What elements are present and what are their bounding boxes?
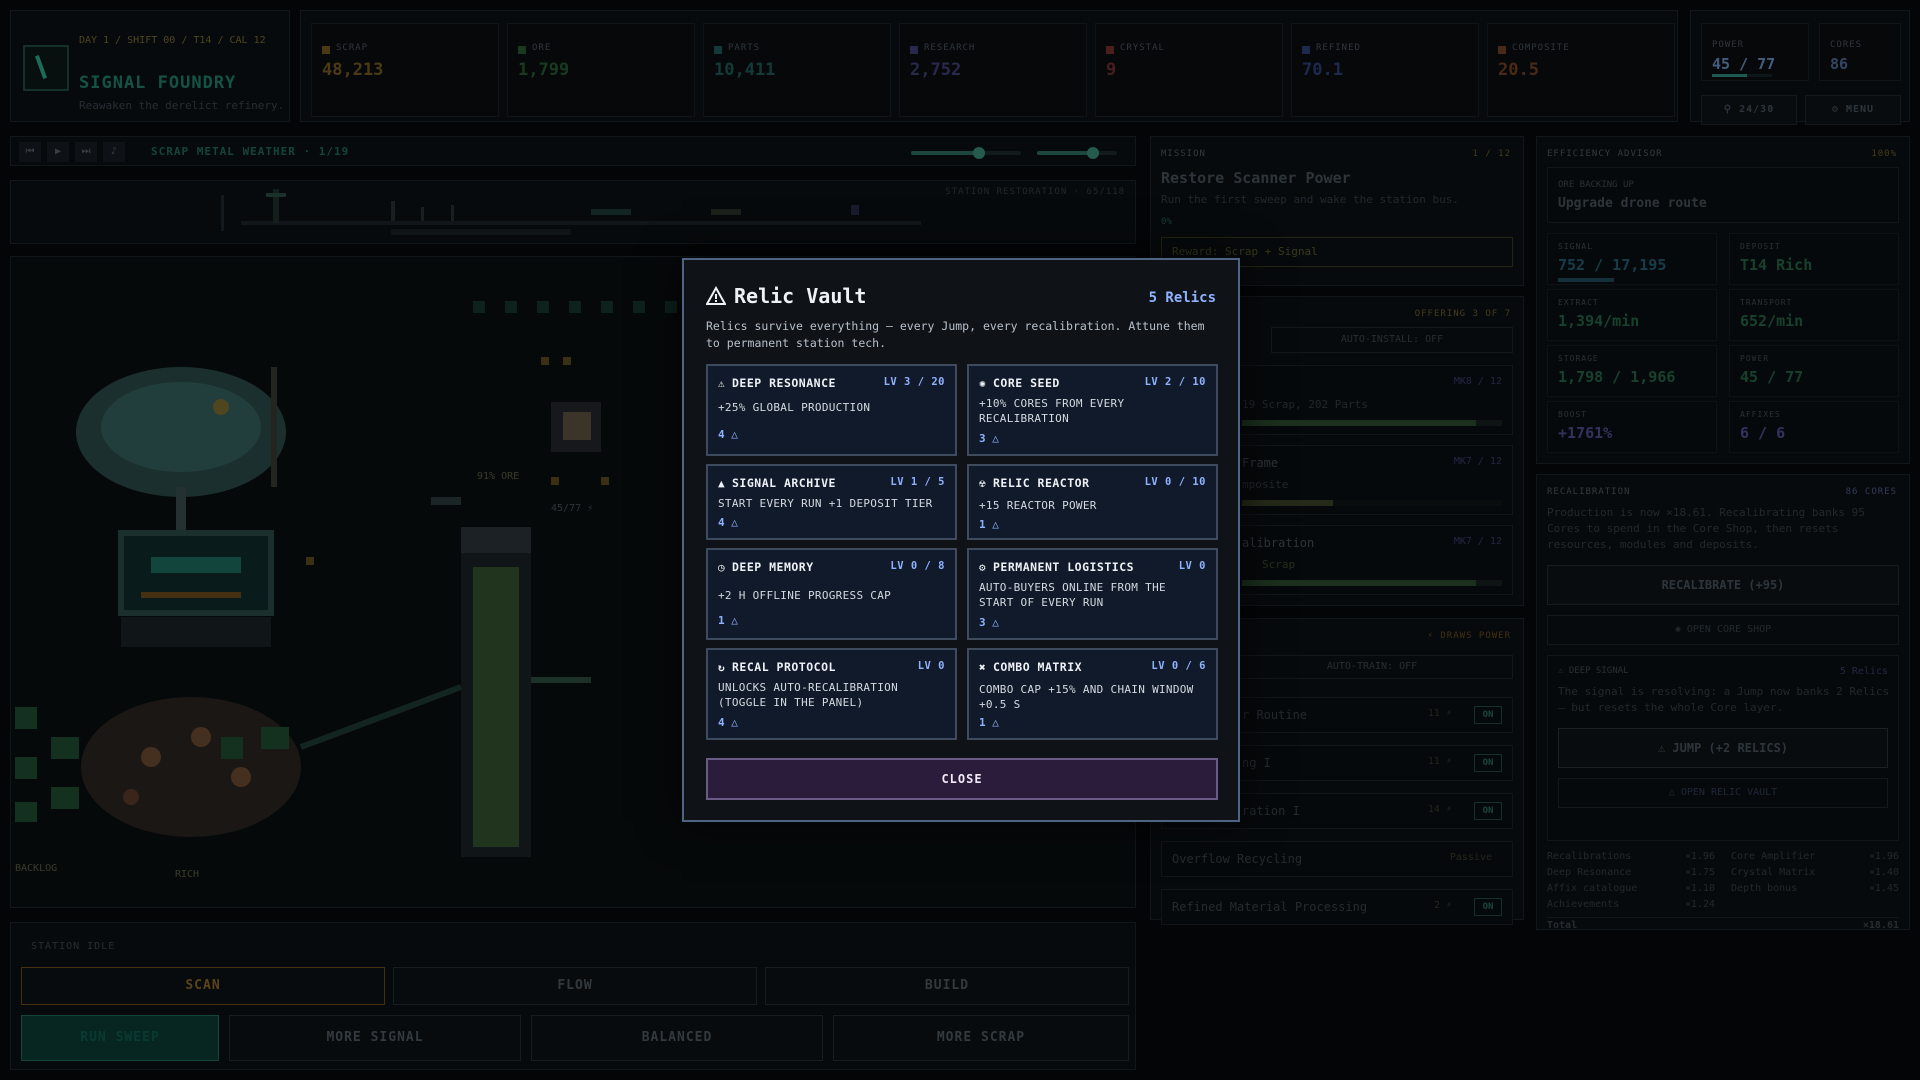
relic-name: ◷ DEEP MEMORY — [718, 560, 814, 574]
relic-relic-reactor[interactable]: ☢ RELIC REACTOR LV 0 / 10 +15 REACTOR POW… — [967, 464, 1218, 540]
relic-name-text: PERMANENT LOGISTICS — [993, 560, 1135, 574]
gear-icon: ⚙ — [979, 561, 987, 574]
close-button[interactable]: CLOSE — [706, 758, 1218, 800]
relic-level: LV 3 / 20 — [883, 376, 945, 388]
relic-name-text: RELIC REACTOR — [993, 476, 1090, 490]
relic-recal-protocol[interactable]: ↻ RECAL PROTOCOL LV 0 UNLOCKS AUTO-RECALI… — [706, 648, 957, 740]
relic-name-text: COMBO MATRIX — [993, 660, 1083, 674]
relic-cost: 4 △ — [718, 516, 738, 529]
modal-description: Relics survive everything — every Jump, … — [706, 319, 1205, 350]
relic-effect: +10% CORES FROM EVERY RECALIBRATION — [979, 397, 1125, 425]
relic-cost: 3 △ — [979, 616, 999, 629]
relic-cost: 1 △ — [979, 716, 999, 729]
refresh-icon: ↻ — [718, 661, 726, 674]
relic-name-text: CORE SEED — [993, 376, 1060, 390]
relic-vault-modal: Relic Vault 5 Relics Relics survive ever… — [682, 258, 1240, 822]
relic-level: LV 2 / 10 — [1144, 376, 1206, 388]
relic-cost: 1 △ — [979, 518, 999, 531]
relic-level: LV 0 / 6 — [1151, 660, 1206, 672]
relic-level: LV 1 / 5 — [890, 476, 945, 488]
cross-icon: ✖ — [979, 661, 987, 674]
relic-effect: UNLOCKS AUTO-RECALIBRATION (TOGGLE IN TH… — [718, 681, 898, 709]
relic-effect: COMBO CAP +15% AND CHAIN WINDOW +0.5 S — [979, 683, 1194, 711]
relic-name-text: DEEP MEMORY — [732, 560, 814, 574]
relic-cost: 4 △ — [718, 428, 738, 441]
relic-core-seed[interactable]: ✺ CORE SEED LV 2 / 10 +10% CORES FROM EVE… — [967, 364, 1218, 456]
relic-deep-memory[interactable]: ◷ DEEP MEMORY LV 0 / 8 +2 H OFFLINE PROGR… — [706, 548, 957, 640]
relic-name: ☢ RELIC REACTOR — [979, 476, 1090, 490]
relic-effect: START EVERY RUN +1 DEPOSIT TIER — [718, 497, 933, 510]
relic-combo-matrix[interactable]: ✖ COMBO MATRIX LV 0 / 6 COMBO CAP +15% AN… — [967, 648, 1218, 740]
triangle-icon: ▲ — [718, 477, 726, 490]
relic-name: ⚠ DEEP RESONANCE — [718, 376, 836, 390]
clock-icon: ◷ — [718, 561, 726, 574]
relic-signal-archive[interactable]: ▲ SIGNAL ARCHIVE LV 1 / 5 START EVERY RUN… — [706, 464, 957, 540]
relic-count: 5 Relics — [1148, 290, 1216, 306]
reactor-icon: ☢ — [979, 477, 987, 490]
warning-icon: ⚠ — [718, 377, 726, 390]
relic-name-text: SIGNAL ARCHIVE — [732, 476, 836, 490]
relic-level: LV 0 — [917, 660, 945, 672]
relic-name-text: DEEP RESONANCE — [732, 376, 836, 390]
relic-level: LV 0 / 10 — [1144, 476, 1206, 488]
relic-level: LV 0 / 8 — [890, 560, 945, 572]
relic-name: ✺ CORE SEED — [979, 376, 1060, 390]
relic-name: ⚙ PERMANENT LOGISTICS — [979, 560, 1134, 574]
relic-level: LV 0 — [1178, 560, 1206, 572]
modal-title: Relic Vault — [734, 284, 867, 308]
relic-name: ▲ SIGNAL ARCHIVE — [718, 476, 836, 490]
relic-effect: +15 REACTOR POWER — [979, 499, 1097, 512]
relic-effect: AUTO-BUYERS ONLINE FROM THE START OF EVE… — [979, 581, 1166, 609]
warning-icon — [706, 286, 726, 305]
relic-name-text: RECAL PROTOCOL — [732, 660, 836, 674]
relic-name: ↻ RECAL PROTOCOL — [718, 660, 836, 674]
relic-cost: 4 △ — [718, 716, 738, 729]
relic-effect: +2 H OFFLINE PROGRESS CAP — [718, 589, 892, 602]
relic-cost: 3 △ — [979, 432, 999, 445]
relic-deep-resonance[interactable]: ⚠ DEEP RESONANCE LV 3 / 20 +25% GLOBAL PR… — [706, 364, 957, 456]
relic-name: ✖ COMBO MATRIX — [979, 660, 1082, 674]
relic-effect: +25% GLOBAL PRODUCTION — [718, 401, 871, 414]
relic-permanent-logistics[interactable]: ⚙ PERMANENT LOGISTICS LV 0 AUTO-BUYERS ON… — [967, 548, 1218, 640]
relic-cost: 1 △ — [718, 614, 738, 627]
seed-icon: ✺ — [979, 377, 987, 390]
